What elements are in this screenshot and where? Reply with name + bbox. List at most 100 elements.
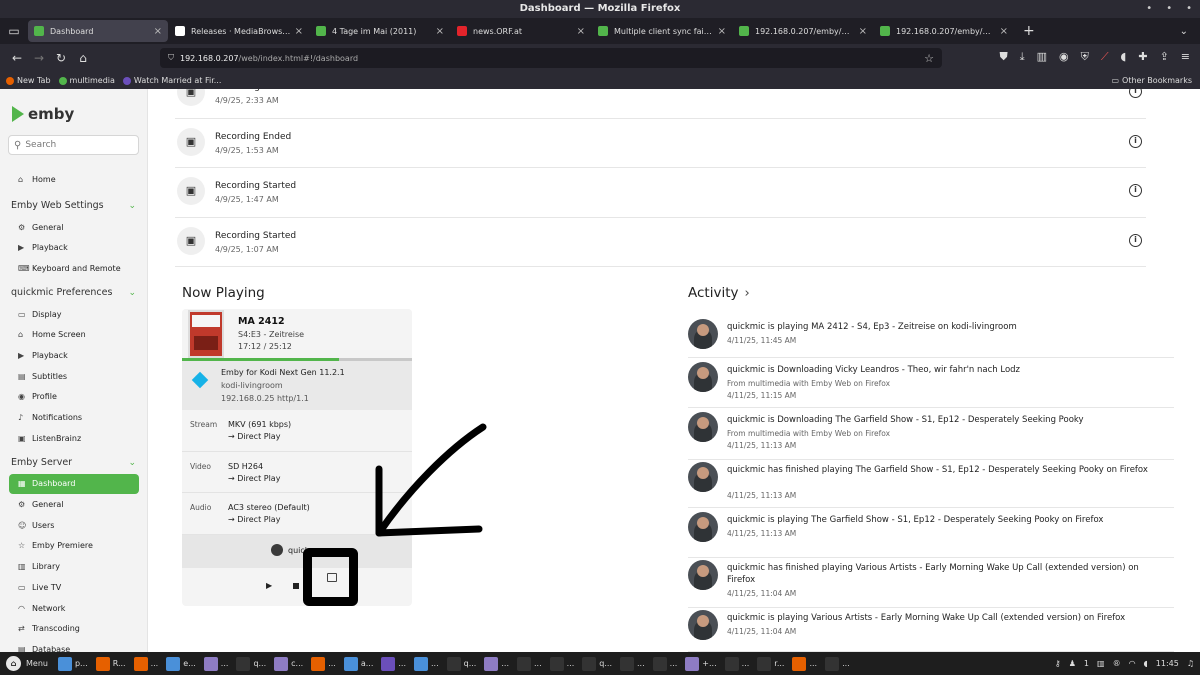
sidebar-item-dashboard[interactable]: ▦ Dashboard [9, 473, 139, 495]
activity-item[interactable]: quickmic has finished playing Various Ar… [688, 557, 1174, 608]
tab-close-icon[interactable]: × [154, 26, 162, 37]
taskbar-item[interactable]: p... [54, 652, 92, 675]
bookmark-item[interactable]: multimedia [58, 76, 115, 85]
library-icon[interactable]: ▥ [1037, 50, 1047, 64]
taskbar-item[interactable]: r... [753, 652, 788, 675]
taskbar-item[interactable]: +... [681, 652, 720, 675]
taskbar-item[interactable]: ... [649, 652, 682, 675]
tab-4[interactable]: Multiple client sync failure 4. × [592, 20, 732, 42]
bookmark-item[interactable]: Watch Married at Fir... [122, 76, 221, 85]
back-icon[interactable]: ← [6, 51, 28, 65]
tab-close-icon[interactable]: × [577, 26, 585, 37]
close-window-icon[interactable]: • [1186, 0, 1192, 18]
url-bar[interactable]: ⛉ 192.168.0.207/web/index.html#!/dashboa… [160, 48, 942, 68]
music-icon[interactable]: ♫ [1187, 659, 1194, 668]
taskbar-item[interactable]: R... [92, 652, 130, 675]
menu-icon[interactable]: ≡ [1181, 50, 1190, 64]
activity-item[interactable]: quickmic is Downloading The Garfield Sho… [688, 409, 1174, 460]
extensions-icon[interactable]: ✚ [1138, 50, 1147, 64]
taskbar-item[interactable]: ... [788, 652, 821, 675]
sidebar-item-users[interactable]: ☺ Users [0, 515, 147, 536]
tab-overview-icon[interactable]: ▭ [0, 24, 28, 38]
sidebar-item-profile[interactable]: ◉ Profile [0, 387, 147, 408]
sidebar-item-transcoding[interactable]: ⇄ Transcoding [0, 618, 147, 639]
sidebar-section-header[interactable]: Emby Server ⌄ [0, 452, 147, 474]
taskbar-item[interactable]: c... [270, 652, 307, 675]
maximize-icon[interactable]: • [1166, 0, 1172, 18]
sidebar-item-notifications[interactable]: ♪ Notifications [0, 407, 147, 428]
sidebar-item-network[interactable]: ◠ Network [0, 598, 147, 619]
tab-list-icon[interactable]: ⌄ [1180, 26, 1188, 37]
taskbar-item[interactable]: ... [513, 652, 546, 675]
taskbar-item[interactable]: ... [821, 652, 854, 675]
sidebar-item-live-tv[interactable]: ▭ Live TV [0, 577, 147, 598]
taskbar-item[interactable]: ... [130, 652, 163, 675]
bookmark-item[interactable]: New Tab [6, 76, 51, 85]
wifi-icon[interactable]: ◠ [1129, 659, 1136, 668]
tab-close-icon[interactable]: × [1000, 26, 1008, 37]
extension-play-icon[interactable]: ◖ [1121, 50, 1127, 64]
home-icon[interactable]: ⌂ [72, 51, 94, 65]
shield-icon[interactable]: ⛉ [168, 53, 174, 63]
activity-header[interactable]: Activity › [688, 285, 750, 301]
taskbar-item[interactable]: ... [377, 652, 410, 675]
bookmark-star-icon[interactable]: ☆ [924, 52, 934, 65]
taskbar-item[interactable]: ... [721, 652, 754, 675]
taskbar-item[interactable]: ... [200, 652, 233, 675]
stop-icon[interactable] [293, 583, 299, 589]
pocket-icon[interactable]: ⛊ [999, 50, 1007, 64]
tab-close-icon[interactable]: × [859, 26, 867, 37]
minimize-icon[interactable]: • [1146, 0, 1152, 18]
taskbar-item[interactable]: q... [578, 652, 616, 675]
tab-close-icon[interactable]: × [436, 26, 444, 37]
tab-close-icon[interactable]: × [295, 26, 303, 37]
activity-item[interactable]: quickmic is Downloading Vicky Leandros -… [688, 359, 1174, 408]
sidebar-item-display[interactable]: ▭ Display [0, 304, 147, 325]
tab-close-icon[interactable]: × [718, 26, 726, 37]
update-icon[interactable]: ♟ [1069, 659, 1076, 668]
account-icon[interactable]: ◉ [1059, 50, 1069, 64]
forward-icon[interactable]: → [28, 51, 50, 65]
sidebar-item-home-screen[interactable]: ⌂ Home Screen [0, 324, 147, 345]
sidebar-item-database[interactable]: ▤ Database [0, 639, 147, 652]
search-input[interactable]: ⚲ Search [8, 135, 139, 155]
network-icon[interactable]: ▥ [1097, 659, 1105, 668]
volume-icon[interactable]: ◖ [1144, 659, 1148, 668]
taskbar-item[interactable]: ... [480, 652, 513, 675]
extension-disabled-icon[interactable]: ⟋ [1101, 50, 1109, 64]
keyboard-icon[interactable]: ® [1113, 659, 1121, 668]
taskbar-item[interactable]: ... [410, 652, 443, 675]
sidebar-item-subtitles[interactable]: ▤ Subtitles [0, 366, 147, 387]
share-icon[interactable]: ⇪ [1160, 50, 1169, 64]
taskbar-item[interactable]: a... [340, 652, 378, 675]
sidebar-item-general[interactable]: ⚙ General [0, 217, 147, 238]
activity-item[interactable]: quickmic is playing Various Artists - Ea… [688, 607, 1174, 652]
taskbar-item[interactable]: e... [162, 652, 200, 675]
tab-3[interactable]: news.ORF.at × [451, 20, 591, 42]
sidebar-section-header[interactable]: Emby Web Settings ⌄ [0, 195, 147, 217]
sidebar-item-keyboard-and-remote[interactable]: ⌨ Keyboard and Remote [0, 258, 147, 279]
sidebar-section-header[interactable]: quickmic Preferences ⌄ [0, 282, 147, 304]
tab-0[interactable]: Dashboard × [28, 20, 168, 42]
tab-6[interactable]: 192.168.0.207/emby/Users/e × [874, 20, 1014, 42]
other-bookmarks[interactable]: ▭ Other Bookmarks [1111, 76, 1192, 85]
tab-5[interactable]: 192.168.0.207/emby/Users/e × [733, 20, 873, 42]
extension-shield-icon[interactable]: ⛨ [1081, 50, 1089, 64]
taskbar-item[interactable]: q... [443, 652, 481, 675]
sidebar-item-emby-premiere[interactable]: ☆ Emby Premiere [0, 536, 147, 557]
downloads-icon[interactable]: ⤓ [1020, 50, 1025, 64]
key-icon[interactable]: ⚷ [1055, 659, 1061, 668]
reload-icon[interactable]: ↻ [50, 51, 72, 65]
sidebar-item-general[interactable]: ⚙ General [0, 494, 147, 515]
play-icon[interactable]: ▶ [266, 581, 272, 590]
sidebar-item-listenbrainz[interactable]: ▣ ListenBrainz [0, 428, 147, 449]
sidebar-item-playback[interactable]: ▶ Playback [0, 345, 147, 366]
activity-item[interactable]: quickmic is playing MA 2412 - S4, Ep3 - … [688, 316, 1174, 358]
info-card-icon[interactable] [327, 573, 337, 582]
start-menu-button[interactable]: ⌂ Menu [0, 652, 54, 675]
taskbar-item[interactable]: q... [232, 652, 270, 675]
info-icon[interactable]: i [1129, 89, 1142, 98]
tab-2[interactable]: 4 Tage im Mai (2011) × [310, 20, 450, 42]
sidebar-item-home[interactable]: ⌂ Home [0, 169, 147, 190]
sidebar-item-playback[interactable]: ▶ Playback [0, 237, 147, 258]
